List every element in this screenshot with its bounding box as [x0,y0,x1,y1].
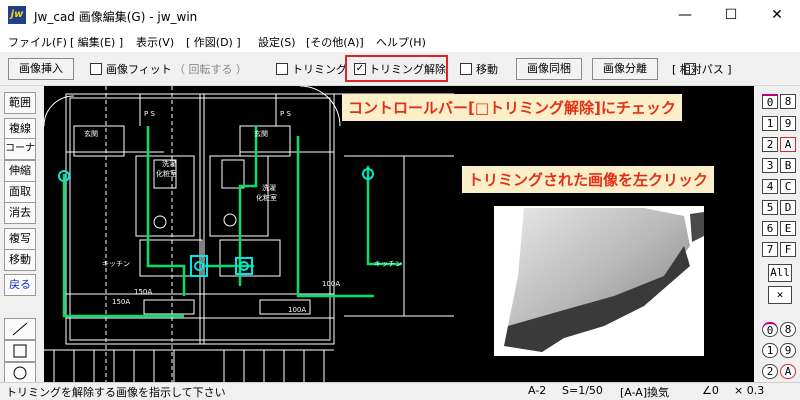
rectangle-icon [13,344,27,358]
insert-image-button[interactable]: 画像挿入 [8,58,74,80]
layer-E-button[interactable]: E [780,221,796,236]
tool-undo-button[interactable]: 戻る [4,274,36,296]
status-message: トリミングを解除する画像を指示して下さい [6,386,226,399]
embed-image-button[interactable]: 画像同梱 [516,58,582,80]
layer-group-8-lower-button[interactable]: 8 [780,322,796,337]
tool-parallel-button[interactable]: 複線 [4,118,36,140]
drawing-canvas[interactable]: 玄関 玄関 洗濯 化粧室 洗濯 化粧室 キッチン キッチン 150A 100A … [44,86,754,382]
label-pipe1: 150A [112,298,130,306]
tool-chamfer-button[interactable]: 面取 [4,181,36,203]
rotate-label: （ 回転する ） [174,63,247,76]
label-storage2b: 化粧室 [256,193,277,202]
line-tool-button[interactable] [4,318,36,340]
menu-draw[interactable]: [ 作図(D) ] [186,34,241,50]
label-pipe2: 100A [322,280,340,288]
rectangle-tool-button[interactable] [4,340,36,362]
label-pipe4: 100A [288,306,306,314]
label-room1: 玄関 [84,129,98,138]
status-zoom[interactable]: × 0.3 [734,384,764,397]
circle-icon [13,366,27,380]
menu-settings[interactable]: 設定(S) [258,34,296,50]
fit-image-checkbox[interactable] [90,63,102,75]
fit-image-label: 画像フィット [106,63,172,76]
status-layer[interactable]: [A-A]換気 [620,384,669,400]
layer-6-button[interactable]: 6 [762,221,778,236]
move-checkbox[interactable] [460,63,472,75]
menu-help[interactable]: ヘルプ(H) [376,34,426,50]
layer-2-button[interactable]: 2 [762,137,778,152]
layer-3-button[interactable]: 3 [762,158,778,173]
layer-all-button[interactable]: All [768,264,792,282]
layer-C-button[interactable]: C [780,179,796,194]
tool-corner-button[interactable]: コーナー [4,138,36,174]
trimming-label: トリミング [292,63,347,76]
line-icon [12,322,28,336]
layer-D-button[interactable]: D [780,200,796,215]
title-bar: jw Jw_cad 画像編集(G) - jw_win — ☐ ✕ [0,0,800,30]
label-kitchen2: キッチン [374,260,402,268]
relative-path-label: [ 相対パス ] [672,61,792,77]
tool-stretch-button[interactable]: 伸縮 [4,160,36,182]
close-icon[interactable]: ✕ [754,0,800,30]
status-scale[interactable]: S=1/50 [562,384,603,397]
trimming-release-label: トリミング解除 [369,63,446,76]
tool-erase-button[interactable]: 消去 [4,202,36,224]
maximize-icon[interactable]: ☐ [708,0,754,30]
label-pipe3: 150A [134,288,152,296]
circle-tool-button[interactable] [4,362,36,384]
tool-copy-button[interactable]: 複写 [4,228,36,250]
layer-5-button[interactable]: 5 [762,200,778,215]
label-storage1b: 化粧室 [156,169,177,178]
label-storage2: 洗濯 [262,183,276,192]
layer-4-button[interactable]: 4 [762,179,778,194]
layer-F-button[interactable]: F [780,242,796,257]
callout-click-image: トリミングされた画像を左クリック [462,166,715,193]
layer-7-button[interactable]: 7 [762,242,778,257]
vent-hood-picture [504,208,704,352]
layer-B-button[interactable]: B [780,158,796,173]
layer-group-9-button[interactable]: 9 [780,343,796,358]
menu-other[interactable]: [その他(A)] [306,34,364,50]
tool-range-button[interactable]: 範囲 [4,92,36,114]
menu-view[interactable]: 表示(V) [136,34,174,50]
menu-edit[interactable]: [ 編集(E) ] [70,34,123,50]
layer-cancel-button[interactable]: ✕ [768,286,792,304]
label-storage1: 洗濯 [162,159,176,168]
separate-image-button[interactable]: 画像分離 [592,58,658,80]
label-room2: 玄関 [254,129,268,138]
trimmed-image[interactable] [494,206,704,356]
app-icon: jw [8,6,26,24]
trimming-checkbox[interactable] [276,63,288,75]
layer-group-8-button[interactable]: 8 [780,94,796,109]
minimize-icon[interactable]: — [662,0,708,30]
callout-control-bar: コントロールバー[□トリミング解除]にチェック [342,94,682,121]
label-ps1: P S [144,110,155,118]
trimming-release-checkbox[interactable]: ✓ [354,63,366,75]
layer-group-0-lower-button[interactable]: 0 [762,322,778,337]
layer-group-A-button[interactable]: A [780,364,796,379]
status-angle[interactable]: ∠0 [702,384,719,397]
move-label: 移動 [476,63,498,76]
layer-group-0-button[interactable]: 0 [762,94,778,109]
menu-file[interactable]: ファイル(F) [8,34,67,50]
layer-A-button[interactable]: A [780,137,796,152]
cross-icon: ✕ [776,288,784,301]
layer-1-button[interactable]: 1 [762,116,778,131]
label-kitchen1: キッチン [102,260,130,268]
label-ps2: P S [280,110,291,118]
layer-group-2-button[interactable]: 2 [762,364,778,379]
tool-move-button[interactable]: 移動 [4,249,36,271]
status-paper-size[interactable]: A-2 [528,384,546,397]
window-title: Jw_cad 画像編集(G) - jw_win [34,10,198,24]
layer-group-1-button[interactable]: 1 [762,343,778,358]
layer-9-button[interactable]: 9 [780,116,796,131]
relative-path-text: [ 相対パス ] [672,63,732,76]
